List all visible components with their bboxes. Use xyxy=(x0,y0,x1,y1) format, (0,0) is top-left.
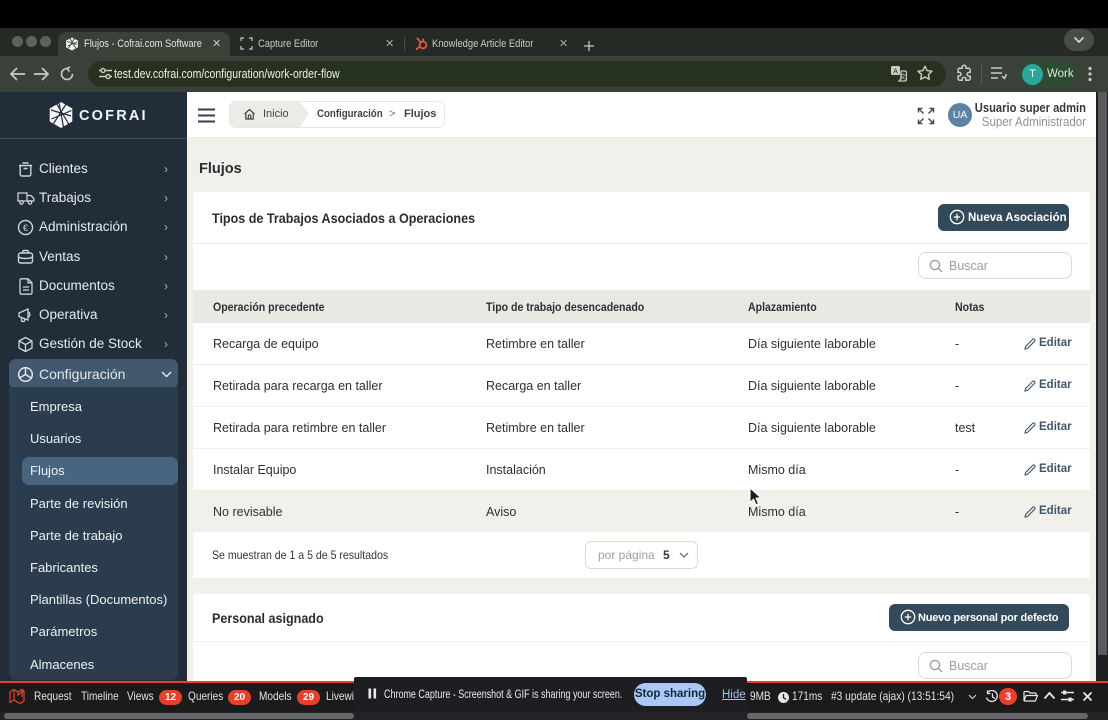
svg-text:文: 文 xyxy=(900,72,907,81)
svg-text:€: € xyxy=(23,223,29,234)
svg-text:A: A xyxy=(893,68,898,75)
